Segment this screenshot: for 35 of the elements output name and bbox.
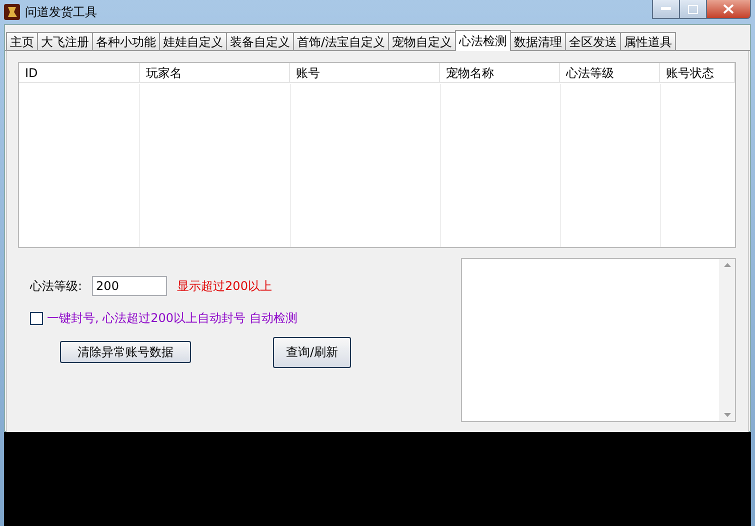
tab[interactable]: 主页: [6, 32, 38, 50]
scroll-up-icon[interactable]: [724, 263, 730, 267]
tab[interactable]: 心法检测: [455, 30, 512, 51]
close-button[interactable]: [706, 0, 751, 19]
column-header[interactable]: 心法等级: [560, 63, 660, 83]
scrollbar[interactable]: [719, 259, 735, 421]
close-icon: [723, 4, 734, 14]
level-input[interactable]: 200: [92, 276, 168, 296]
app-icon: [4, 4, 20, 20]
tab[interactable]: 全区发送: [565, 32, 622, 50]
window-title: 问道发货工具: [25, 4, 97, 20]
minimize-button[interactable]: [652, 0, 679, 19]
column-header[interactable]: 玩家名: [140, 63, 290, 83]
column-header[interactable]: 宠物名称: [440, 63, 560, 83]
clear-data-button[interactable]: 清除异常账号数据: [60, 341, 191, 363]
level-label: 心法等级:: [30, 278, 82, 294]
tab[interactable]: 属性道具: [620, 32, 676, 50]
auto-ban-label: 一键封号, 心法超过200以上自动封号 自动检测: [47, 310, 298, 327]
tab[interactable]: 宠物自定义: [388, 32, 456, 50]
minimize-icon: [661, 7, 671, 11]
tab[interactable]: 数据清理: [510, 32, 566, 50]
column-header[interactable]: 账号: [290, 63, 440, 83]
tab[interactable]: 装备自定义: [226, 32, 294, 50]
tab[interactable]: 大飞注册: [37, 32, 93, 50]
tab[interactable]: 首饰/法宝自定义: [293, 32, 390, 50]
scroll-down-icon[interactable]: [724, 413, 730, 417]
level-hint: 显示超过200以上: [177, 278, 272, 294]
tab[interactable]: 各种小功能: [92, 32, 160, 50]
tab[interactable]: 娃娃自定义: [159, 32, 227, 50]
auto-ban-checkbox[interactable]: [30, 312, 43, 325]
column-header[interactable]: 账号状态: [660, 63, 735, 83]
maximize-icon: [688, 4, 698, 14]
query-refresh-button[interactable]: 查询/刷新: [273, 337, 351, 368]
maximize-button[interactable]: [679, 0, 706, 19]
column-header[interactable]: ID: [19, 63, 140, 83]
